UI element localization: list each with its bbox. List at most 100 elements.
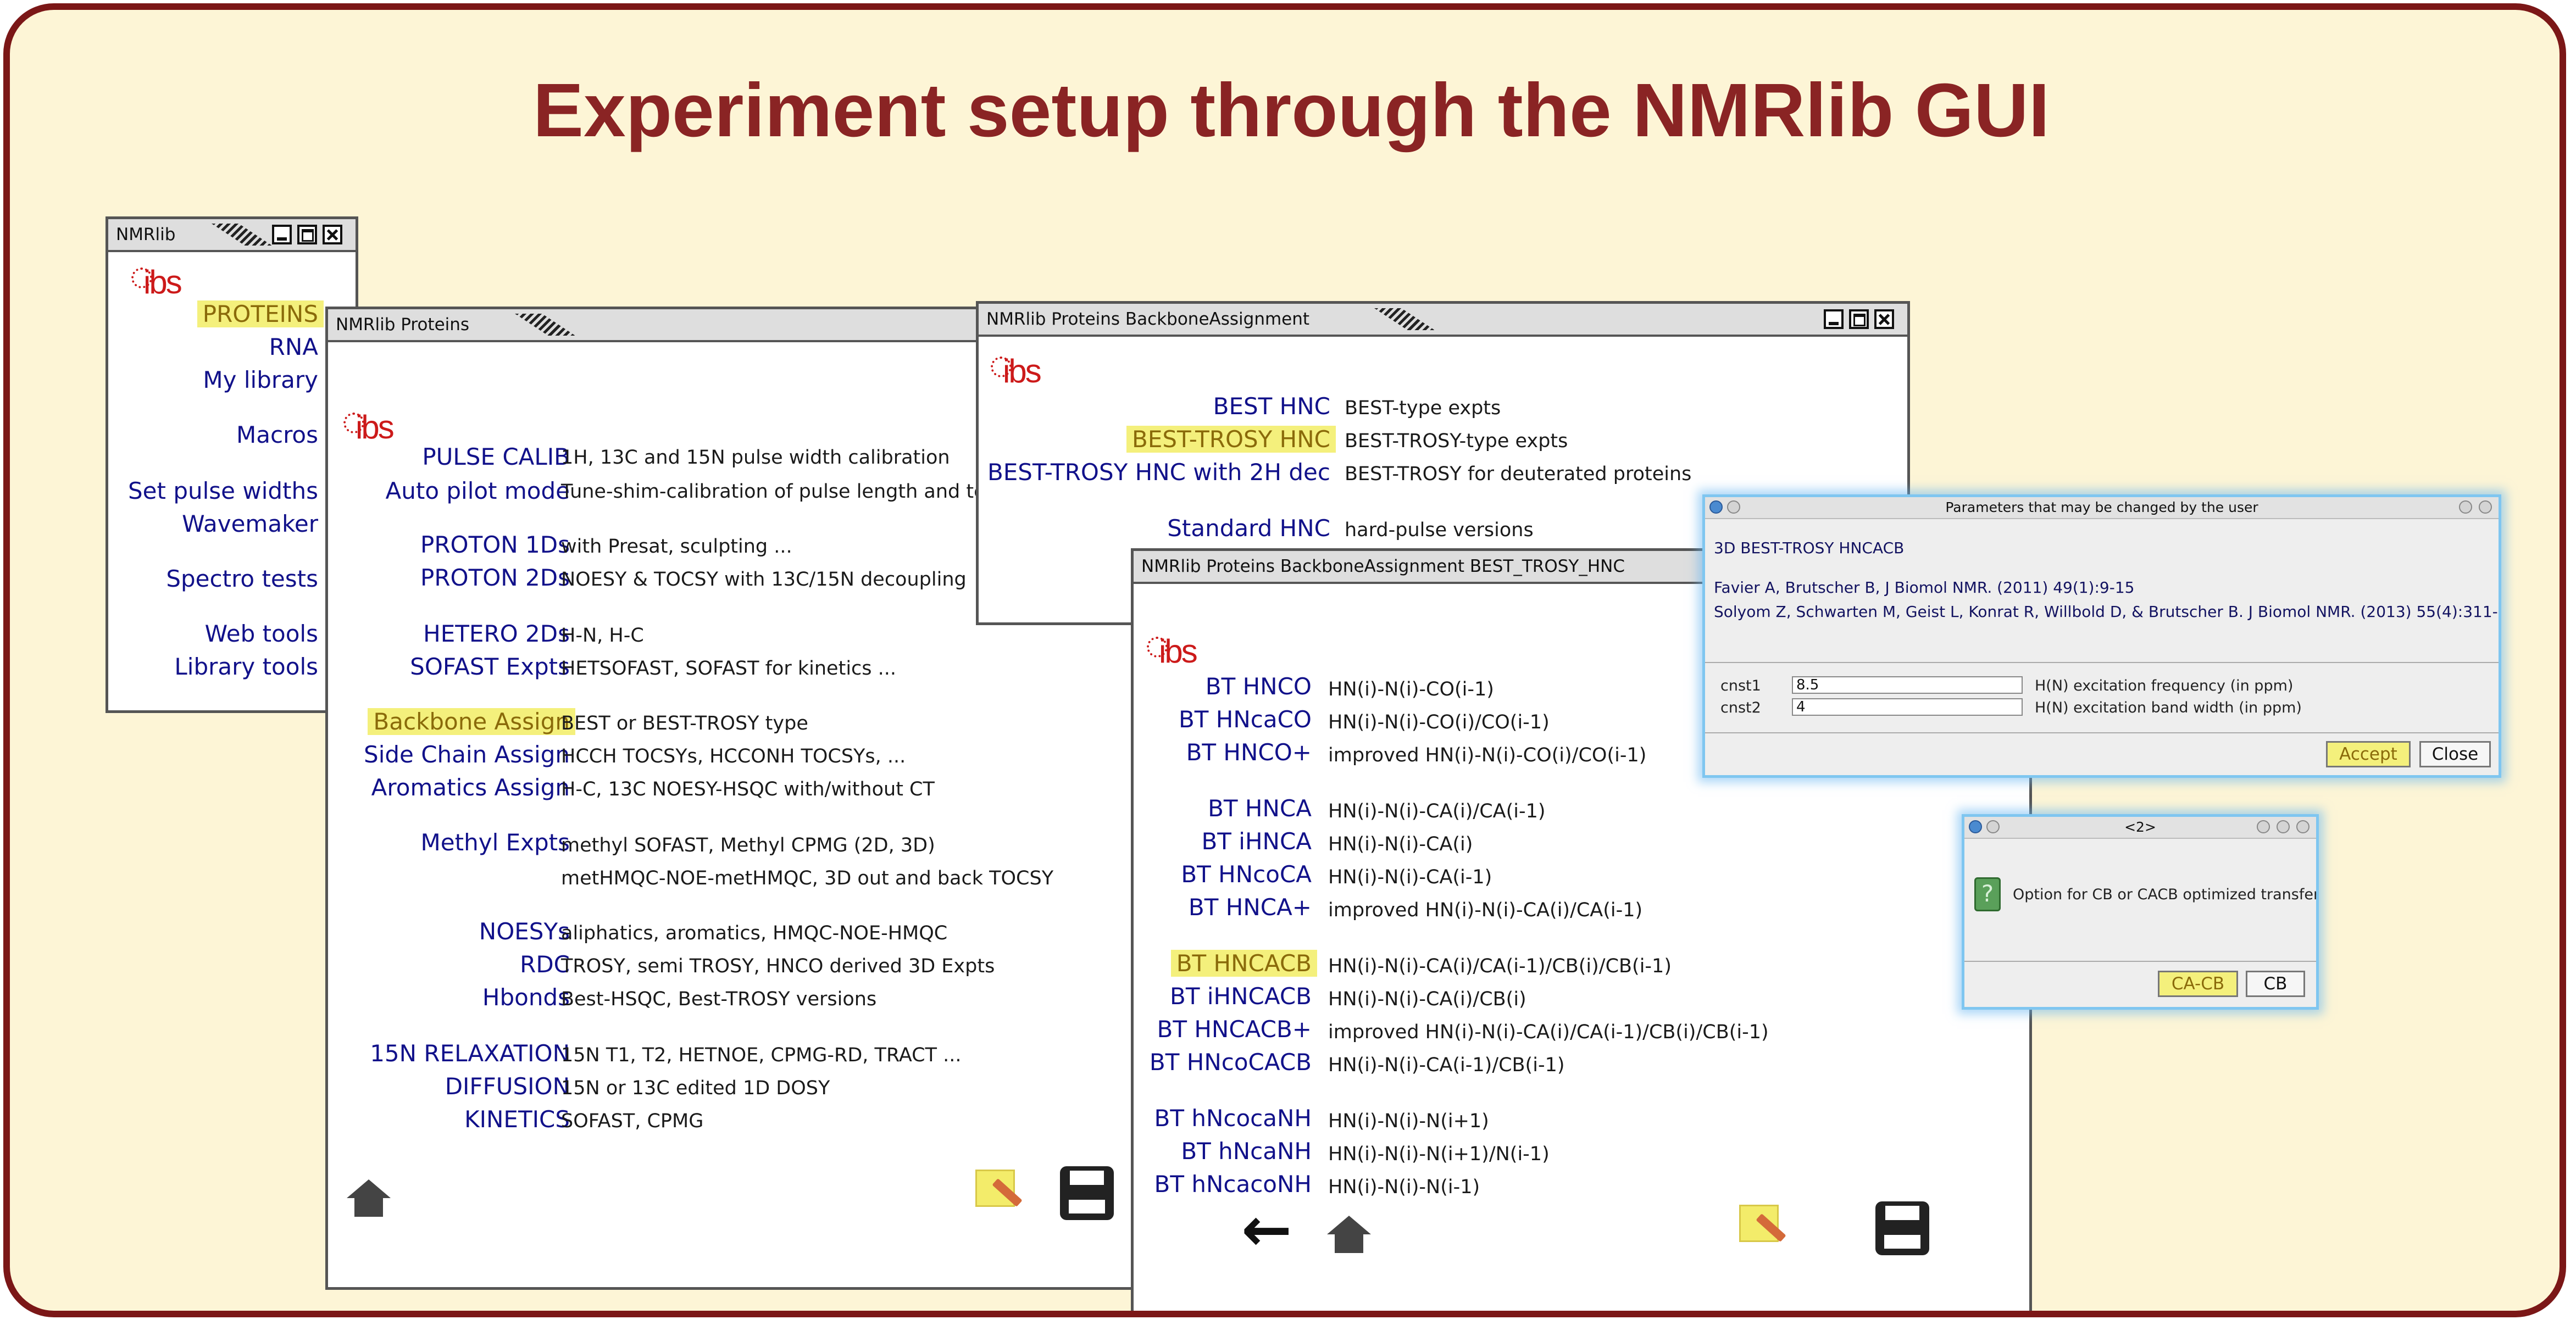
nav-bt-hncanh[interactable]: BT hNcaNH (1181, 1138, 1312, 1165)
separator (1705, 662, 2499, 663)
menu-item-spectro-tests[interactable]: Spectro tests (166, 565, 318, 592)
nav-methyl-expts[interactable]: Methyl Expts (421, 829, 570, 856)
pin-icon[interactable] (1986, 820, 2000, 833)
edit-pencil-icon[interactable] (975, 1170, 1023, 1217)
desc-bt-hncoca: HN(i)-N(i)-CA(i-1) (1328, 866, 1492, 888)
menu-item-set-pulse-widths[interactable]: Set pulse widths (128, 477, 318, 504)
desc-methyl-expts-2: metHMQC-NOE-metHMQC, 3D out and back TOC… (561, 867, 1054, 889)
dialog-title-bar[interactable]: Parameters that may be changed by the us… (1705, 497, 2499, 519)
close-icon[interactable] (2296, 820, 2309, 833)
nav-bt-hnca-plus[interactable]: BT HNCA+ (1189, 894, 1312, 921)
nav-sofast-expts[interactable]: SOFAST Expts (410, 653, 570, 680)
dialog-title-bar[interactable]: <2> (1964, 817, 2316, 839)
nav-diffusion[interactable]: DIFFUSION (445, 1073, 570, 1100)
cb-button[interactable]: CB (2246, 971, 2305, 997)
close-button[interactable]: Close (2419, 741, 2491, 767)
menu-item-rna[interactable]: RNA (269, 333, 318, 360)
desc-noesys: aliphatics, aromatics, HMQC-NOE-HMQC (561, 922, 948, 944)
param-input-cnst2[interactable]: 4 (1792, 698, 2023, 716)
nav-hetero-2ds[interactable]: HETERO 2Ds (423, 620, 570, 647)
nav-auto-pilot-mode[interactable]: Auto pilot mode (386, 477, 570, 504)
app-icon (1709, 500, 1723, 514)
option-dialog: <2> ? Option for CB or CACB optimized tr… (1962, 814, 2319, 1010)
minimize-icon[interactable] (2459, 500, 2472, 514)
nav-bt-ihncacb[interactable]: BT iHNCACB (1170, 983, 1312, 1010)
window-title: NMRlib (116, 225, 176, 244)
desc-proton-2ds: NOESY & TOCSY with 13C/15N decoupling (561, 569, 967, 591)
nav-bt-hncaconh[interactable]: BT hNcacoNH (1154, 1171, 1312, 1198)
desc-side-chain-assign: HCCH TOCSYs, HCCONH TOCSYs, ... (561, 745, 906, 767)
desc-best-trosy-hnc-2h: BEST-TROSY for deuterated proteins (1345, 463, 1692, 485)
menu-item-wavemaker[interactable]: Wavemaker (182, 510, 318, 537)
param-input-cnst1[interactable]: 8.5 (1792, 676, 2023, 694)
close-icon[interactable] (323, 225, 342, 244)
ibs-logo: ibs (131, 264, 182, 300)
nav-noesys[interactable]: NOESYs (479, 918, 570, 945)
nav-hbonds[interactable]: Hbonds (482, 984, 570, 1011)
nav-bt-hnco-plus[interactable]: BT HNCO+ (1186, 739, 1312, 766)
param-desc-cnst2: H(N) excitation band width (in ppm) (2035, 699, 2302, 716)
nav-bt-hnca[interactable]: BT HNCA (1208, 795, 1312, 822)
nav-standard-hnc[interactable]: Standard HNC (1167, 515, 1330, 542)
desc-proton-1ds: with Presat, sculpting ... (561, 536, 792, 558)
minimize-icon[interactable] (272, 225, 292, 244)
ibs-logo: ibs (991, 353, 1042, 389)
nav-aromatics-assign[interactable]: Aromatics Assign (371, 774, 570, 801)
nav-bt-hncocanh[interactable]: BT hNcocaNH (1154, 1105, 1312, 1132)
close-icon[interactable] (2479, 500, 2492, 514)
nav-15n-relaxation[interactable]: 15N RELAXATION (370, 1040, 570, 1067)
menu-item-proteins[interactable]: PROTEINS (197, 300, 324, 327)
nav-proton-2ds[interactable]: PROTON 2Ds (420, 564, 570, 591)
desc-bt-hncacb-plus: improved HN(i)-N(i)-CA(i)/CA(i-1)/CB(i)/… (1328, 1021, 1769, 1043)
desc-kinetics: SOFAST, CPMG (561, 1110, 704, 1132)
window-title: NMRlib Proteins (336, 315, 470, 335)
close-icon[interactable] (1874, 309, 1894, 329)
nav-best-trosy-hnc[interactable]: BEST-TROSY HNC (1126, 426, 1336, 453)
nav-backbone-assign[interactable]: Backbone Assign (368, 708, 575, 735)
nav-pulse-calib[interactable]: PULSE CALIB (422, 443, 570, 470)
home-icon[interactable] (1327, 1216, 1371, 1254)
minimize-icon[interactable] (1824, 309, 1844, 329)
back-arrow-icon[interactable]: ← (1241, 1199, 1292, 1260)
menu-item-my-library[interactable]: My library (203, 366, 318, 393)
nav-bt-hncaco[interactable]: BT HNcaCO (1179, 706, 1312, 733)
maximize-icon[interactable] (1849, 309, 1869, 329)
menu-item-macros[interactable]: Macros (236, 421, 318, 448)
edit-pencil-icon[interactable] (1739, 1205, 1786, 1252)
desc-bt-hncocanh: HN(i)-N(i)-N(i+1) (1328, 1110, 1489, 1132)
menu-item-library-tools[interactable]: Library tools (174, 653, 318, 680)
param-label-cnst2: cnst2 (1720, 699, 1761, 716)
desc-hetero-2ds: H-N, H-C (561, 625, 644, 647)
nav-bt-hncoca[interactable]: BT HNcoCA (1181, 861, 1312, 888)
nav-bt-hncacb-plus[interactable]: BT HNCACB+ (1157, 1016, 1312, 1043)
nav-proton-1ds[interactable]: PROTON 1Ds (420, 531, 570, 558)
minimize-icon[interactable] (2257, 820, 2270, 833)
desc-diffusion: 15N or 13C edited 1D DOSY (561, 1077, 830, 1099)
save-icon[interactable] (1875, 1201, 1929, 1255)
nav-best-hnc[interactable]: BEST HNC (1213, 393, 1330, 420)
pin-icon[interactable] (1727, 500, 1740, 514)
nav-side-chain-assign[interactable]: Side Chain Assign (364, 741, 570, 768)
menu-item-web-tools[interactable]: Web tools (205, 620, 318, 647)
nav-bt-hncocacb[interactable]: BT HNcoCACB (1150, 1049, 1312, 1076)
desc-backbone-assign: BEST or BEST-TROSY type (561, 712, 808, 734)
nav-bt-hncacb[interactable]: BT HNCACB (1170, 950, 1317, 977)
nav-kinetics[interactable]: KINETICS (464, 1106, 570, 1133)
nav-bt-ihnca[interactable]: BT iHNCA (1201, 828, 1312, 855)
desc-rdc: TROSY, semi TROSY, HNCO derived 3D Expts (561, 955, 995, 977)
title-bar[interactable]: NMRlib (108, 219, 356, 252)
maximize-icon[interactable] (297, 225, 317, 244)
accept-button[interactable]: Accept (2326, 741, 2411, 767)
title-bar[interactable]: NMRlib Proteins BackboneAssignment (979, 304, 1907, 337)
question-icon: ? (1974, 877, 2001, 911)
home-icon[interactable] (347, 1179, 391, 1218)
ca-cb-button[interactable]: CA-CB (2158, 971, 2238, 997)
maximize-icon[interactable] (2277, 820, 2290, 833)
desc-bt-hncacb: HN(i)-N(i)-CA(i)/CA(i-1)/CB(i)/CB(i-1) (1328, 955, 1672, 977)
nav-bt-hnco[interactable]: BT HNCO (1206, 673, 1312, 700)
save-icon[interactable] (1060, 1166, 1114, 1220)
slide-frame: Experiment setup through the NMRlib GUI … (3, 3, 2566, 1317)
grip-icon (515, 314, 575, 336)
nav-best-trosy-hnc-2h[interactable]: BEST-TROSY HNC with 2H dec (987, 459, 1330, 486)
reference-2: Solyom Z, Schwarten M, Geist L, Konrat R… (1714, 603, 2501, 621)
